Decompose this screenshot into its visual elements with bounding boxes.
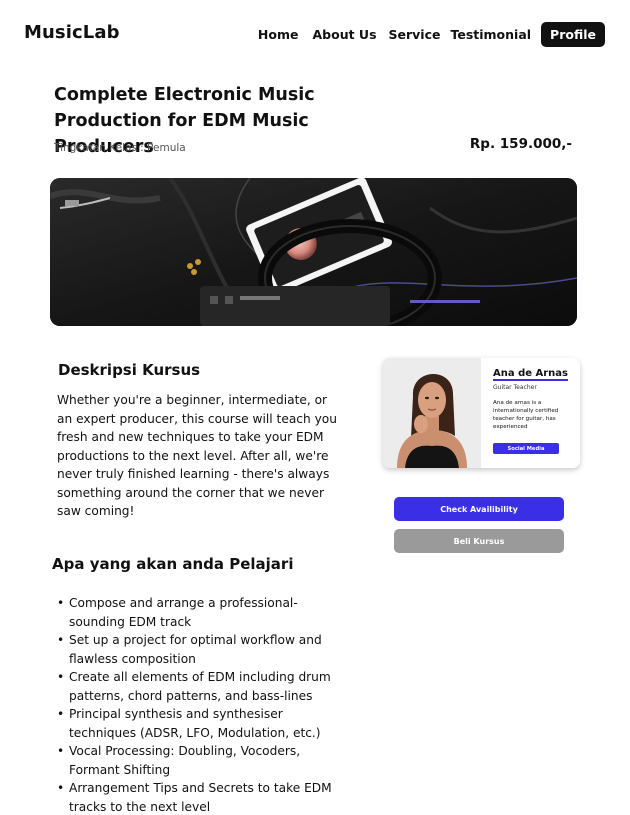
nav-testimonial-link[interactable]: Testimonial [450, 27, 531, 42]
nav-home-link[interactable]: Home [258, 27, 299, 42]
learn-list-item: Principal synthesis and synthesiser tech… [57, 705, 347, 742]
teacher-card: Ana de Arnas Guitar Teacher Ana de arnas… [383, 358, 580, 468]
course-hero-image [50, 178, 577, 326]
teacher-name: Ana de Arnas [493, 368, 568, 381]
profile-button[interactable]: Profile [541, 22, 605, 47]
teacher-portrait [383, 358, 481, 468]
learn-list: Compose and arrange a professional-sound… [57, 594, 347, 815]
nav-service-link[interactable]: Service [389, 27, 441, 42]
learn-list-item: Vocal Processing: Doubling, Vocoders, Fo… [57, 742, 347, 779]
social-media-button[interactable]: Social Media [493, 443, 559, 454]
nav-about-link[interactable]: About Us [312, 27, 376, 42]
teacher-photo [383, 358, 481, 468]
course-price: Rp. 159.000,- [469, 136, 572, 152]
course-level: Tingkatan Kelas : Pemula [54, 142, 186, 154]
brand-logo[interactable]: MusicLab [24, 22, 120, 43]
learn-list-item: Arrangement Tips and Secrets to take EDM… [57, 779, 347, 815]
check-availability-button[interactable]: Check Availibility [394, 497, 564, 521]
description-heading: Deskripsi Kursus [58, 361, 201, 379]
learn-heading: Apa yang akan anda Pelajari [52, 555, 294, 573]
hero-studio-illustration [50, 178, 577, 326]
learn-list-item: Create all elements of EDM including dru… [57, 668, 347, 705]
description-text: Whether you're a beginner, intermediate,… [57, 393, 337, 518]
navbar: MusicLab Home About Us Service Testimoni… [0, 0, 630, 70]
buy-course-button[interactable]: Beli Kursus [394, 529, 564, 553]
teacher-bio: Ana de arnas is a internationally certif… [493, 400, 559, 430]
learn-list-item: Set up a project for optimal workflow an… [57, 631, 347, 668]
nav-links: Home About Us Service Testimonial Profil… [258, 22, 605, 47]
learn-list-item: Compose and arrange a professional-sound… [57, 594, 347, 631]
teacher-role: Guitar Teacher [493, 384, 537, 391]
